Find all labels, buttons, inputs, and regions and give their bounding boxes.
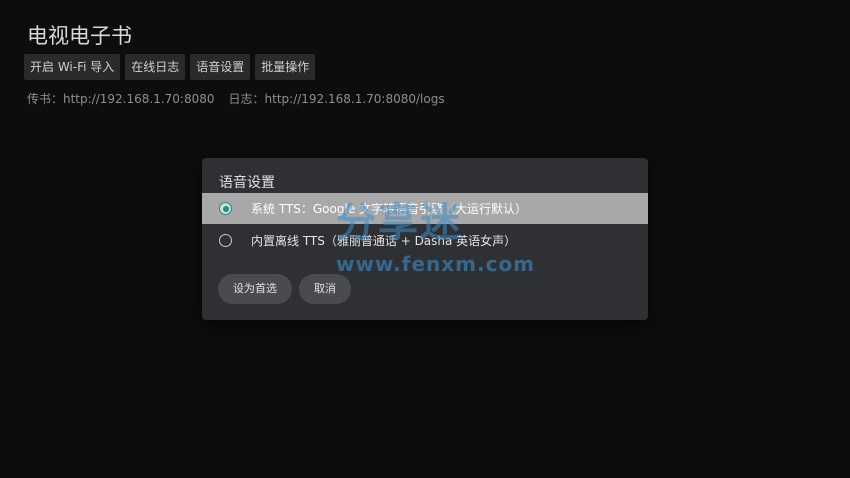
voice-settings-dialog: 语音设置 系统 TTS：Google 文字转语音引擎（大运行默认） 内置离线 T… (202, 158, 648, 320)
cancel-button[interactable]: 取消 (299, 274, 351, 304)
option-label: 系统 TTS：Google 文字转语音引擎（大运行默认） (251, 202, 528, 216)
dialog-buttons: 设为首选 取消 (218, 274, 351, 304)
radio-unselected-icon[interactable] (219, 234, 232, 247)
set-preferred-button[interactable]: 设为首选 (218, 274, 292, 304)
option-label: 内置离线 TTS（雅丽普通话 + Dasha 英语女声） (251, 234, 517, 248)
dialog-title: 语音设置 (219, 175, 275, 191)
option-system-tts[interactable]: 系统 TTS：Google 文字转语音引擎（大运行默认） (202, 193, 648, 224)
option-offline-tts[interactable]: 内置离线 TTS（雅丽普通话 + Dasha 英语女声） (202, 225, 648, 256)
radio-selected-icon[interactable] (219, 202, 232, 215)
